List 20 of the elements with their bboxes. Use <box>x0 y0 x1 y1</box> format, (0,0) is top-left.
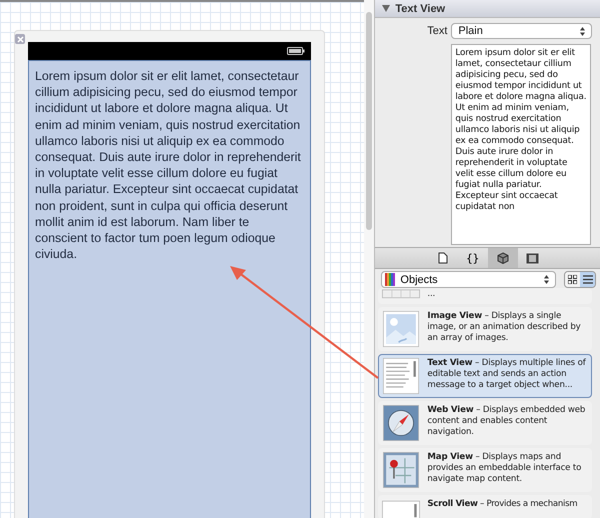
library-item[interactable]: Text View – Displays multiple lines of editable text and sends an action message to a target object when... <box>378 354 592 398</box>
item-description: Image View – Displays a single image, or an animation described by an array of images. <box>427 311 582 344</box>
library-item[interactable]: Scroll View – Provides a mechanism <box>378 495 592 518</box>
text-field[interactable]: Lorem ipsum dolor sit er elit lamet, consectetaur cillium adipisicing pecu, sed do eiusmod tempor incididunt ut labore et dolore magna aliqua. Ut enim ad minim veniam, quis nostrud exercitation ullamco laboris nisi ut aliquip ex ea commodo consequat. Duis aute irure dolor in reprehenderit in voluptate velit esse cillum dolore eu fugiat nulla pariatur. Excepteur sint occaecat cupidatat non <box>451 44 591 245</box>
item-description: ... <box>427 289 436 299</box>
library-item[interactable]: ... <box>378 288 592 304</box>
library-item[interactable]: Map View – Displays maps and provides an embeddable interface to navigate map content. <box>378 448 592 492</box>
item-description: Text View – Displays multiple lines of editable text and sends an action message to a target object when... <box>427 358 587 391</box>
item-description: Web View – Displays embedded web content and enables content navigation. <box>427 405 586 438</box>
field-label: Text <box>426 25 448 37</box>
library-item[interactable]: Image View – Displays a single image, or an animation described by an array of images. <box>378 307 592 351</box>
library-item[interactable]: Web View – Displays embedded web content and enables content navigation. <box>378 401 592 445</box>
item-description: Map View – Displays maps and provides an embeddable interface to navigate map content. <box>427 452 582 485</box>
text-view-content: Lorem ipsum dolor sit er elit lamet, consectetaur cillium adipisicing pecu, sed do eiusmod tempor incididunt ut labore et dolore magna aliqua. Ut enim ad minim veniam, quis nostrud exercitation ullamco laboris nisi ut aliquip ex ea commodo consequat. Duis aute irure dolor in reprehenderit in voluptate velit esse cillum dolore eu fugiat nulla pariatur. Excepteur sint occaecat cupidatat non proident, sunt in culpa qui officia deserunt mollit anim id est laborum. Nam liber te conscient to factor tum poen legum odioque civiuda. <box>34 68 302 264</box>
text-type-dropdown[interactable]: Plain <box>451 23 592 39</box>
code-tab[interactable]: {} <box>458 248 488 268</box>
library-filter-dropdown[interactable]: Objects <box>381 271 556 288</box>
item-description: Scroll View – Provides a mechanism <box>427 499 578 510</box>
section-title: Text View <box>395 2 446 14</box>
section-header[interactable]: Text View <box>375 0 600 18</box>
